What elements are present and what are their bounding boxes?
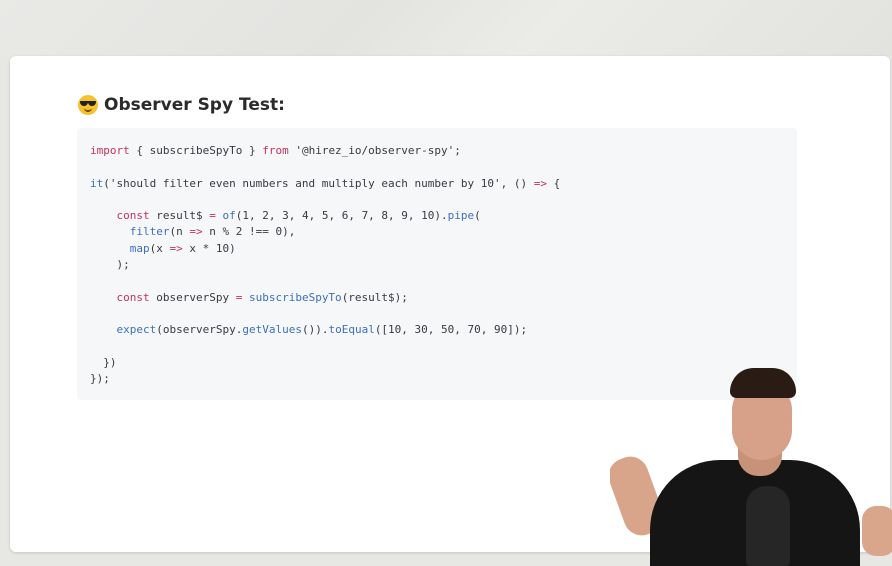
webcam-overlay [610, 360, 892, 566]
sunglasses-face-icon [78, 95, 98, 115]
heading-title: Observer Spy Test: [104, 95, 285, 115]
presenter-hand-right [862, 506, 892, 556]
code-text: import { subscribeSpyTo } from '@hirez_i… [90, 144, 561, 386]
background [0, 0, 892, 56]
slide-heading: Observer Spy Test: [78, 95, 285, 115]
microphone [746, 486, 790, 566]
